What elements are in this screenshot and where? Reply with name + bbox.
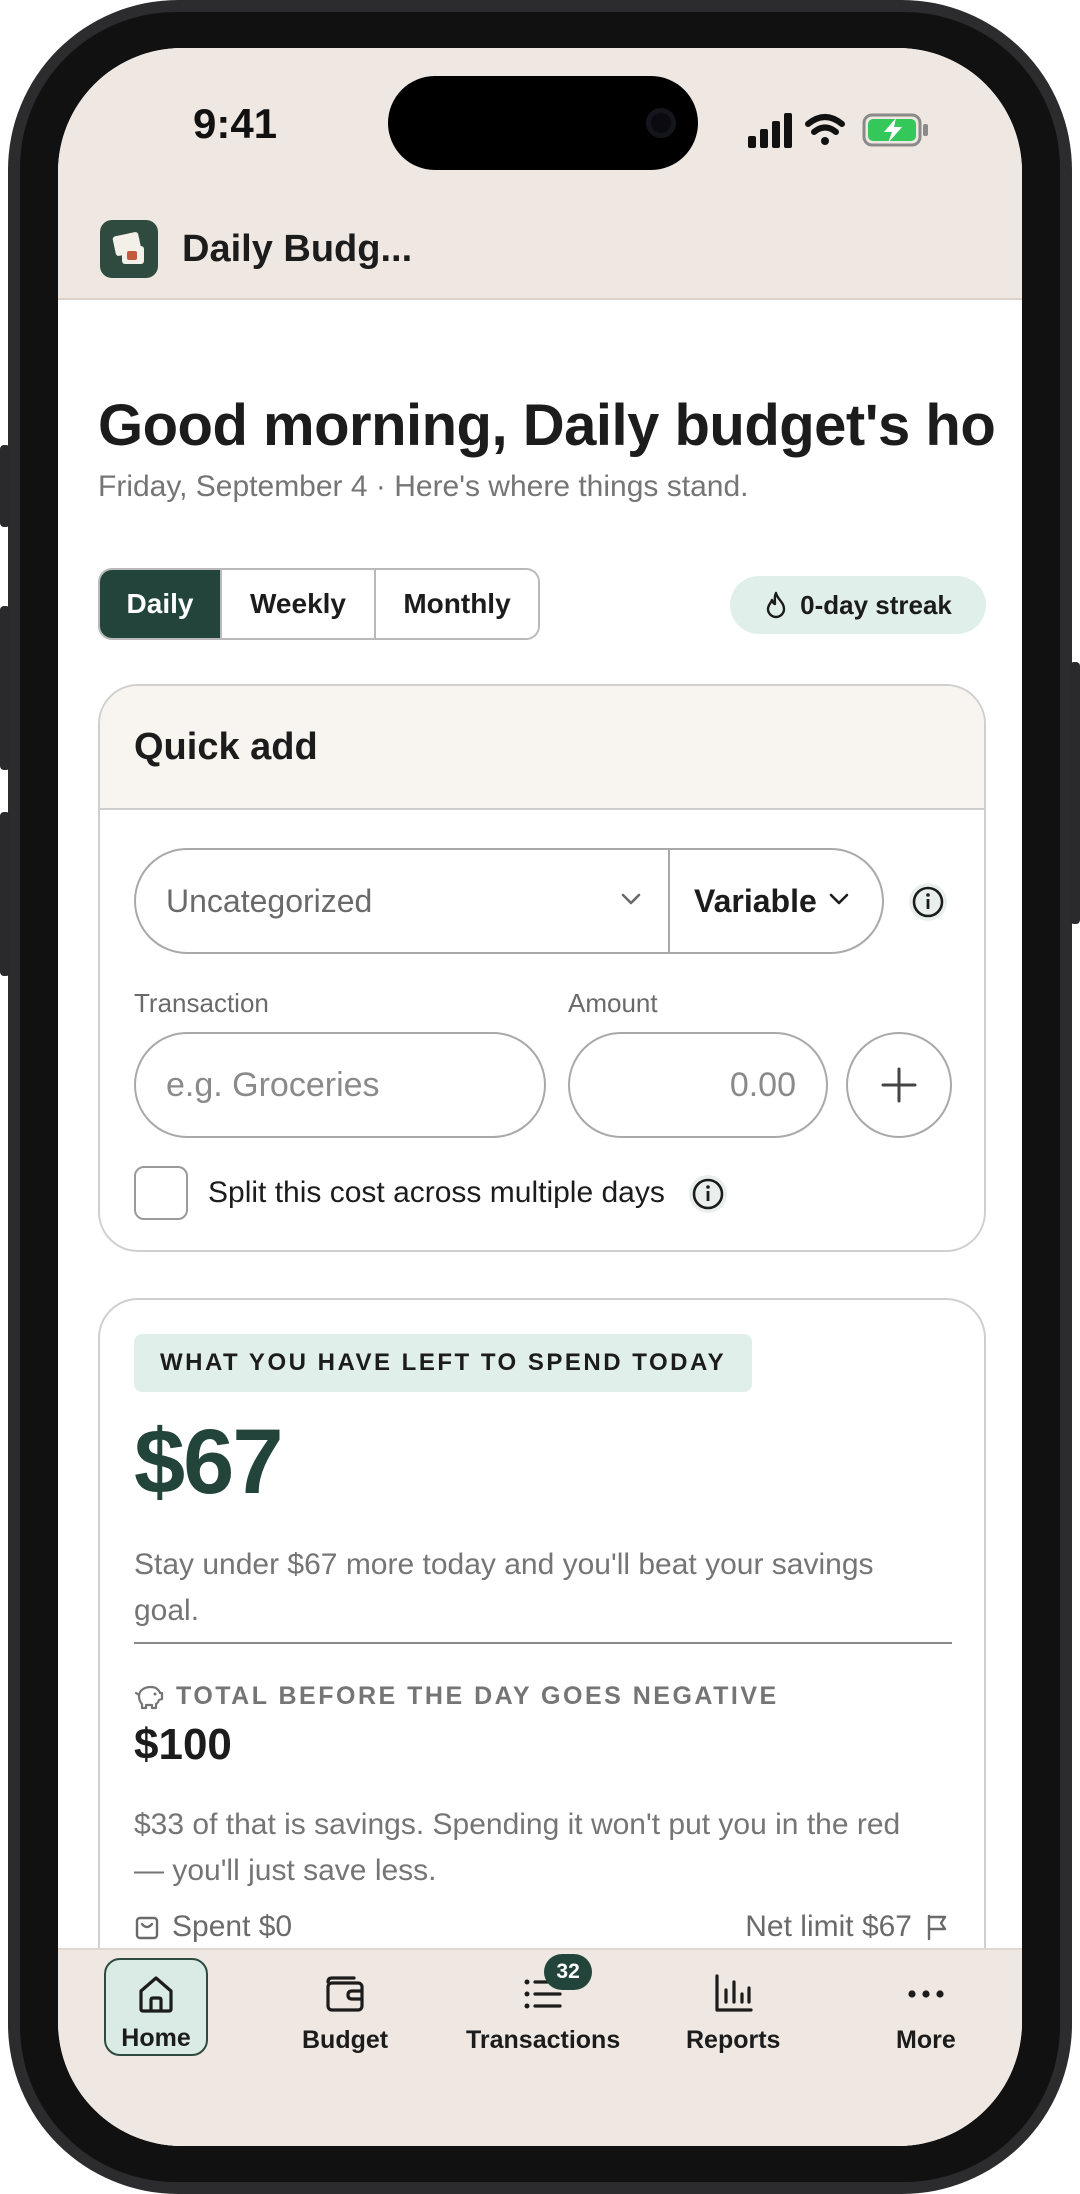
tab-monthly[interactable]: Monthly [376, 570, 538, 638]
status-icons [748, 113, 928, 148]
quick-add-title: Quick add [134, 726, 318, 768]
page-subtitle: Friday, September 4 · Here's where thing… [98, 470, 749, 503]
transactions-badge: 32 [544, 1954, 593, 1990]
section-divider [134, 1642, 952, 1644]
nav-reports-label: Reports [686, 2026, 781, 2054]
transaction-input[interactable]: e.g. Groceries [134, 1032, 546, 1138]
nav-transactions-label: Transactions [466, 2026, 621, 2054]
bottom-nav: Home Budget 32 Transactions Reports More [58, 1948, 1022, 2146]
more-icon [908, 1990, 944, 1998]
dynamic-island [388, 76, 698, 170]
category-type-group: Uncategorized Variable [134, 848, 884, 954]
flame-icon [766, 591, 786, 619]
add-transaction-button[interactable] [846, 1032, 952, 1138]
quick-add-card: Quick add Uncategorized Variable Transac… [98, 684, 986, 1252]
page-title: Good morning, Daily budget's ho... [98, 393, 998, 458]
info-icon[interactable] [688, 1174, 728, 1214]
quick-add-header: Quick add [100, 686, 984, 810]
volume-up-button [0, 606, 10, 770]
app-logo[interactable] [100, 220, 158, 278]
spend-today-tag: WHAT YOU HAVE LEFT TO SPEND TODAY [134, 1334, 753, 1392]
action-button [0, 445, 10, 527]
app-title: Daily Budg... [182, 228, 413, 270]
wifi-icon [805, 114, 845, 145]
streak-label: 0-day streak [800, 589, 952, 620]
nav-home[interactable]: Home [104, 1958, 208, 2056]
nav-more[interactable]: More [896, 1960, 956, 2060]
category-select[interactable]: Uncategorized [136, 850, 670, 952]
info-icon[interactable] [908, 882, 948, 922]
split-checkbox[interactable] [134, 1166, 188, 1220]
wallet-icon [326, 1976, 364, 2012]
total-heading: TOTAL BEFORE THE DAY GOES NEGATIVE [176, 1682, 779, 1710]
remaining-amount: $67 [134, 1411, 283, 1513]
status-time: 9:41 [193, 100, 278, 147]
amount-label: Amount [568, 988, 658, 1018]
signal-icon [748, 113, 792, 148]
spent-label: Spent $0 [172, 1910, 293, 1943]
status-bar: 9:41 [58, 48, 1022, 180]
cost-type-select[interactable]: Variable [670, 850, 882, 952]
app-header: Daily Budg... [58, 180, 1022, 300]
tab-daily[interactable]: Daily [100, 570, 222, 638]
tab-weekly[interactable]: Weekly [222, 570, 376, 638]
phone-screen: 9:41 Daily Budg... Good morning, Daily b… [58, 48, 1022, 2146]
transaction-placeholder: e.g. Groceries [166, 1065, 380, 1104]
nav-reports[interactable]: Reports [686, 1960, 780, 2060]
transaction-label: Transaction [134, 988, 269, 1018]
total-heading-row: TOTAL BEFORE THE DAY GOES NEGATIVE [134, 1682, 779, 1711]
amount-input[interactable]: 0.00 [568, 1032, 828, 1138]
shopping-bag-icon [135, 1916, 159, 1940]
amount-placeholder: 0.00 [729, 1065, 796, 1104]
net-limit-label: Net limit $67 [745, 1910, 912, 1943]
bar-chart-icon [715, 1974, 753, 2012]
chevron-down-icon [829, 893, 849, 905]
chevron-down-icon [621, 893, 641, 905]
front-camera [646, 108, 676, 138]
net-limit-row: Net limit $67 [745, 1910, 950, 1944]
period-toggle: Daily Weekly Monthly [98, 568, 540, 640]
nav-transactions[interactable]: 32 Transactions [466, 1954, 621, 2060]
plus-icon [881, 1067, 917, 1103]
power-button [1070, 662, 1080, 924]
cost-type-value: Variable [694, 882, 817, 919]
category-value: Uncategorized [166, 882, 373, 919]
streak-badge: 0-day streak [730, 576, 986, 634]
total-description: $33 of that is savings. Spending it won'… [134, 1808, 901, 1887]
split-label: Split this cost across multiple days [208, 1176, 665, 1209]
wallet-logo-icon [112, 232, 144, 264]
nav-budget-label: Budget [302, 2026, 389, 2054]
nav-more-label: More [896, 2026, 956, 2054]
piggy-bank-icon [134, 1685, 164, 1709]
volume-down-button [0, 812, 10, 976]
home-icon [139, 1976, 173, 2013]
battery-charging-icon [862, 113, 928, 147]
nav-budget[interactable]: Budget [302, 1960, 388, 2060]
remaining-description: Stay under $67 more today and you'll bea… [134, 1548, 874, 1627]
total-amount: $100 [134, 1720, 232, 1769]
spent-row: Spent $0 [134, 1910, 292, 1944]
flag-icon [927, 1914, 947, 1941]
nav-home-label: Home [121, 2024, 191, 2052]
